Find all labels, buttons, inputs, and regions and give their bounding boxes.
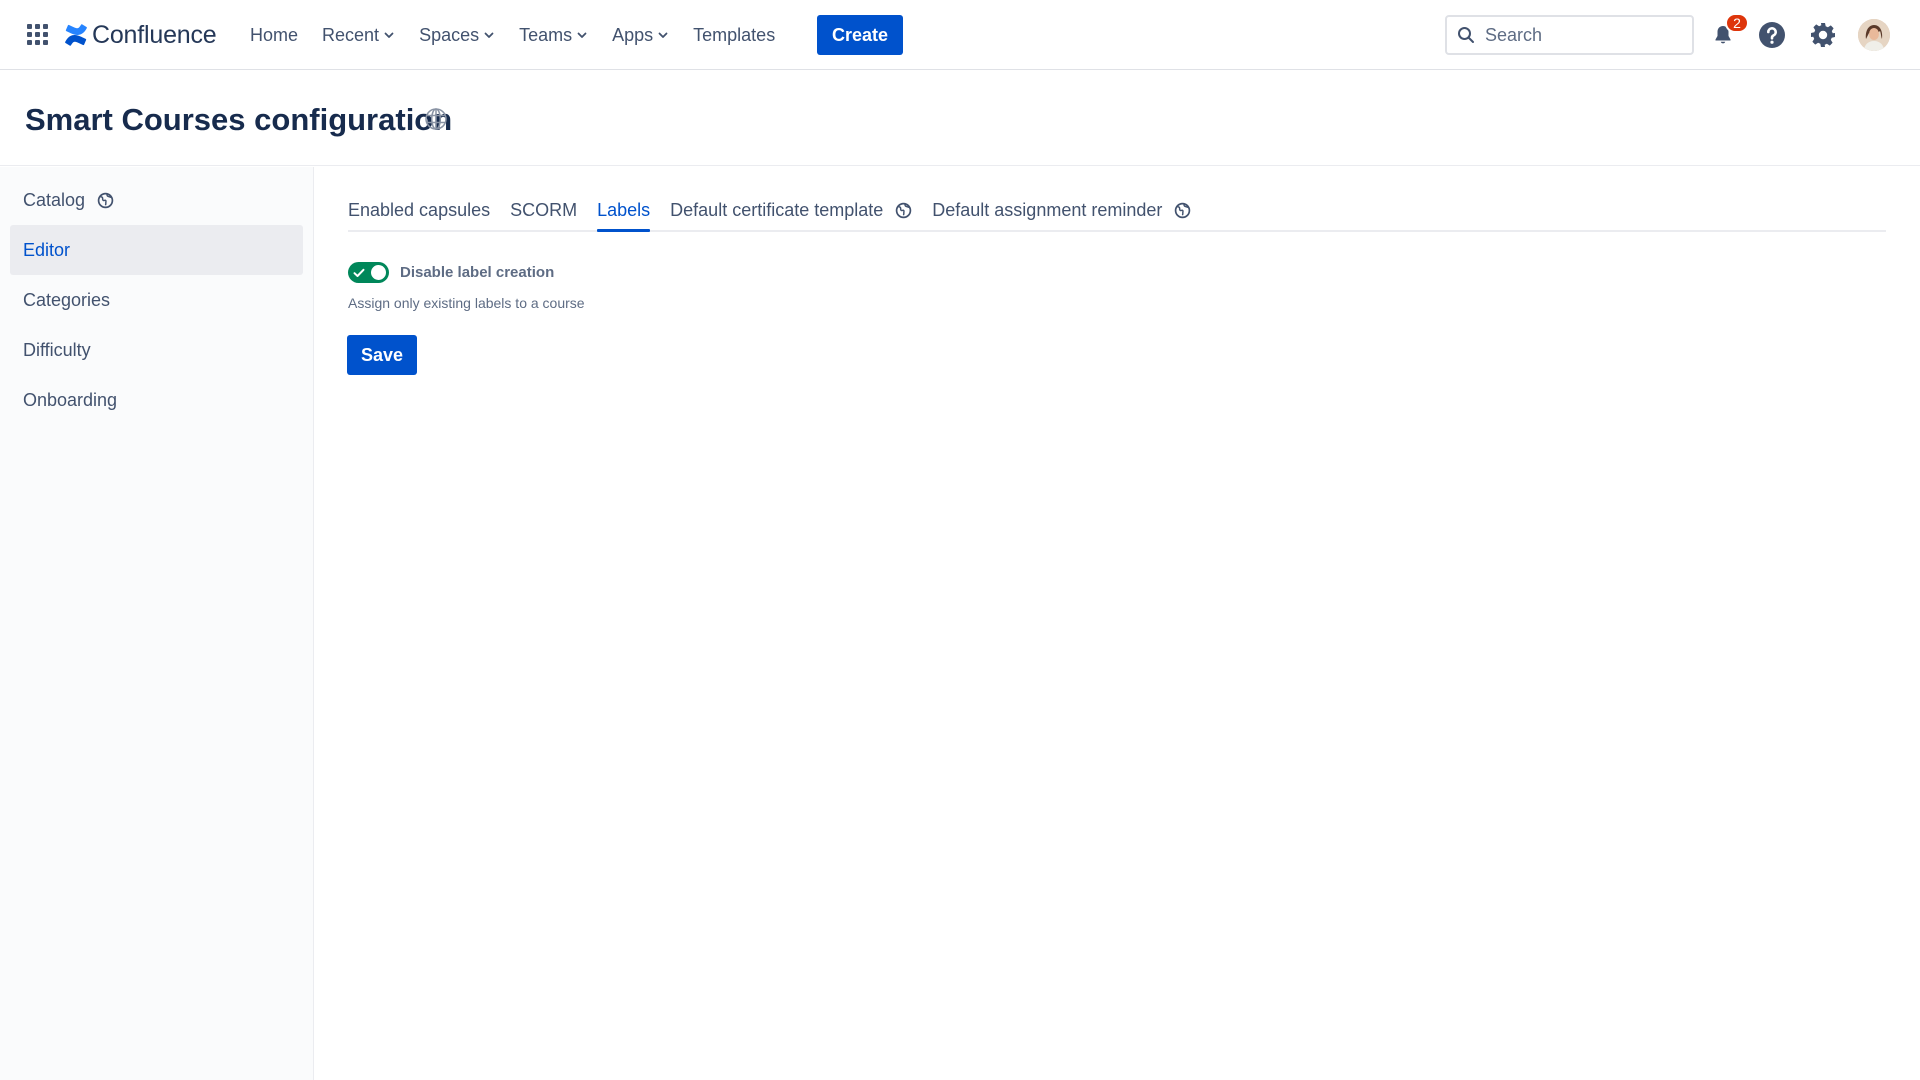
globe-icon <box>896 202 912 219</box>
tab-label: Default assignment reminder <box>932 200 1163 220</box>
confluence-logo[interactable]: Confluence <box>64 20 217 50</box>
nav-teams[interactable]: Teams <box>507 19 600 52</box>
tab-enabled-capsules[interactable]: Enabled capsules <box>348 200 490 230</box>
notification-badge: 2 <box>1725 13 1749 33</box>
nav-recent-label: Recent <box>322 24 380 45</box>
nav-spaces-label: Spaces <box>419 24 480 45</box>
confluence-logo-icon <box>65 24 87 46</box>
user-avatar-icon <box>1858 19 1890 51</box>
search-box[interactable] <box>1445 15 1694 55</box>
app-switcher-icon[interactable] <box>26 23 50 47</box>
tab-label: Enabled capsules <box>348 200 491 220</box>
nav-spaces[interactable]: Spaces <box>407 19 507 52</box>
tab-labels[interactable]: Labels <box>597 200 651 232</box>
save-button[interactable]: Save <box>347 335 417 375</box>
globe-icon <box>97 192 114 208</box>
tab-default-assignment-reminder[interactable]: Default assignment reminder <box>932 200 1191 230</box>
sidebar-item-label: Catalog <box>23 189 86 210</box>
brand-name: Confluence <box>92 20 217 49</box>
primary-nav: Home Recent Spaces Teams Apps Templates <box>238 20 787 50</box>
page-title: Smart Courses configuration <box>25 102 453 137</box>
sidebar-item-label: Editor <box>23 239 71 260</box>
sidebar-item-difficulty[interactable]: Difficulty <box>10 325 303 375</box>
sidebar-item-catalog[interactable]: Catalog <box>10 175 303 225</box>
chevron-down-icon <box>484 32 494 38</box>
avatar[interactable] <box>1858 19 1890 51</box>
globe-icon <box>1175 202 1191 219</box>
disable-label-creation-row: Disable label creation <box>348 262 1886 283</box>
nav-recent[interactable]: Recent <box>310 19 407 52</box>
sidebar-item-categories[interactable]: Categories <box>10 275 303 325</box>
toggle-knob <box>371 265 386 280</box>
main-content: Enabled capsules SCORM Labels Default ce… <box>347 190 1886 375</box>
tab-label: SCORM <box>510 200 578 220</box>
settings-sidebar: Catalog Editor Categories Difficulty Onb… <box>0 167 314 1080</box>
search-icon <box>1458 27 1474 43</box>
globe-icon <box>425 108 447 130</box>
sidebar-item-label: Difficulty <box>23 339 91 360</box>
tab-default-certificate-template[interactable]: Default certificate template <box>670 200 912 230</box>
settings-icon <box>1811 23 1835 47</box>
tab-bar: Enabled capsules SCORM Labels Default ce… <box>348 190 1886 232</box>
top-navigation: Confluence Home Recent Spaces Teams Apps… <box>0 0 1920 70</box>
chevron-down-icon <box>658 32 668 38</box>
nav-templates-label: Templates <box>693 24 776 45</box>
nav-teams-label: Teams <box>519 24 573 45</box>
page-header: Smart Courses configuration <box>0 70 1920 166</box>
help-text: Assign only existing labels to a course <box>348 295 585 311</box>
help-icon <box>1759 22 1785 48</box>
nav-home-label: Home <box>250 24 299 45</box>
search-input[interactable] <box>1485 24 1685 46</box>
toggle-label: Disable label creation <box>400 264 555 281</box>
help-button[interactable] <box>1755 18 1789 52</box>
settings-button[interactable] <box>1806 18 1840 52</box>
disable-label-creation-toggle[interactable] <box>348 262 389 283</box>
check-icon <box>353 268 365 277</box>
chevron-down-icon <box>577 32 587 38</box>
tab-scorm[interactable]: SCORM <box>510 200 577 230</box>
create-button[interactable]: Create <box>817 15 903 55</box>
sidebar-item-editor[interactable]: Editor <box>10 225 303 275</box>
sidebar-item-label: Onboarding <box>23 389 118 410</box>
nav-apps-label: Apps <box>612 24 654 45</box>
tab-label: Default certificate template <box>670 200 884 220</box>
nav-home[interactable]: Home <box>238 19 310 52</box>
chevron-down-icon <box>384 32 394 38</box>
nav-apps[interactable]: Apps <box>600 19 681 52</box>
sidebar-item-onboarding[interactable]: Onboarding <box>10 375 303 425</box>
nav-templates[interactable]: Templates <box>681 19 787 52</box>
sidebar-item-label: Categories <box>23 289 111 310</box>
tab-label: Labels <box>597 200 651 220</box>
